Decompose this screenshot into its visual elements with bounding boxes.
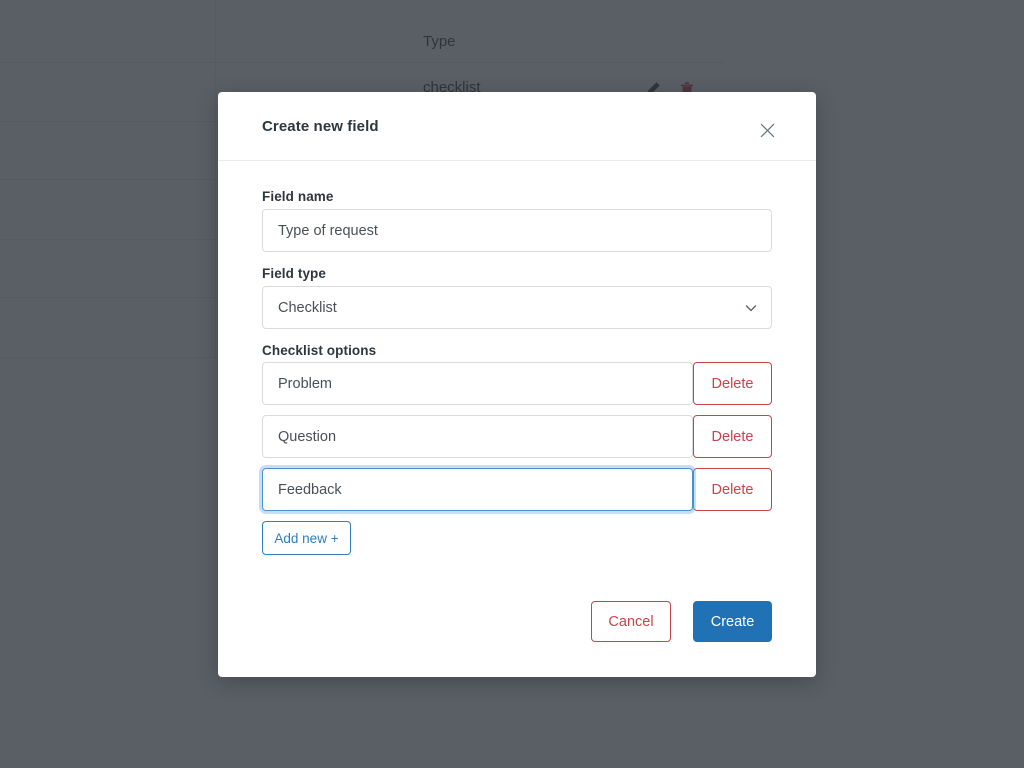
create-button[interactable]: Create: [693, 601, 772, 642]
checklist-option-row: Delete: [262, 362, 772, 405]
delete-option-button[interactable]: Delete: [693, 415, 772, 458]
checklist-option-input[interactable]: [262, 468, 693, 511]
dialog-title: Create new field: [262, 118, 379, 135]
close-icon[interactable]: [753, 116, 781, 144]
field-name-input[interactable]: [262, 209, 772, 252]
dialog-footer: Cancel Create: [218, 601, 816, 677]
add-new-option-button[interactable]: Add new +: [262, 521, 351, 555]
checklist-option-row: Delete: [262, 468, 772, 511]
checklist-option-input[interactable]: [262, 362, 693, 405]
cancel-button[interactable]: Cancel: [591, 601, 671, 642]
delete-option-button[interactable]: Delete: [693, 362, 772, 405]
field-type-select[interactable]: Checklist: [262, 286, 772, 329]
create-new-field-dialog: Create new field Field name Field type C…: [218, 92, 816, 677]
field-type-label: Field type: [262, 266, 327, 281]
checklist-option-input[interactable]: [262, 415, 693, 458]
delete-option-button[interactable]: Delete: [693, 468, 772, 511]
field-type-select-value[interactable]: Checklist: [262, 286, 772, 329]
field-name-label: Field name: [262, 189, 334, 204]
checklist-option-row: Delete: [262, 415, 772, 458]
dialog-header: Create new field: [218, 92, 816, 161]
checklist-options-label: Checklist options: [262, 343, 377, 358]
